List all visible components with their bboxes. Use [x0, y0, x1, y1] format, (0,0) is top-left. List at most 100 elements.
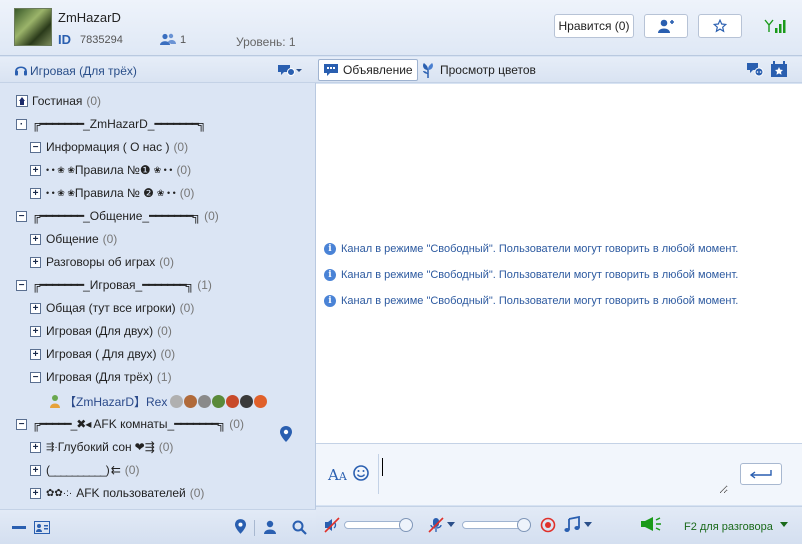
megaphone-icon[interactable]: [640, 516, 662, 532]
user-level: Уровень: 1: [236, 35, 296, 49]
chat-bubble-icon[interactable]: [746, 61, 764, 77]
send-button[interactable]: [740, 463, 782, 485]
expand-toggle[interactable]: +: [30, 441, 41, 453]
emoji-icon[interactable]: [353, 465, 369, 481]
search-icon[interactable]: [292, 520, 307, 535]
info-icon: i: [324, 243, 336, 255]
user-nickname: 【ZmHazarD】Rex: [64, 394, 168, 409]
expand-toggle[interactable]: +: [30, 164, 41, 176]
slider-knob[interactable]: [517, 518, 531, 532]
user-badges: [170, 394, 268, 408]
tree-item-label: Игровая (Для трёх): [46, 370, 153, 384]
tree-user-row[interactable]: 【ZmHazarD】Rex: [48, 391, 268, 411]
tree-item-afk-users[interactable]: + ✿✿·:· AFK пользователей (0): [30, 483, 204, 503]
expand-toggle[interactable]: +: [30, 348, 41, 360]
like-button[interactable]: Нравится (0): [554, 14, 634, 38]
tree-item-communication-group[interactable]: − ╔━━━━━━━ _Общение_ ━━━━━━━╗ (0): [16, 206, 219, 226]
tree-item-afk-group[interactable]: − ╔━━━━━_✖◂ AFK комнаты_ ━━━━━━━╗ (0): [16, 414, 244, 434]
message-input[interactable]: [378, 454, 728, 494]
tree-item-zmhazard[interactable]: · ╔━━━━━━━ _ZmHazarD_ ━━━━━━━╗: [16, 114, 207, 134]
tab-label: Просмотр цветов: [440, 63, 536, 77]
user-avatar[interactable]: [14, 8, 52, 46]
expand-toggle[interactable]: +: [30, 187, 41, 199]
collapse-toggle[interactable]: −: [16, 279, 27, 291]
flower-icon: [423, 63, 433, 78]
username: ZmHazarD: [58, 10, 121, 25]
gift-calendar-icon[interactable]: [770, 61, 788, 78]
tree-item-deep-sleep[interactable]: + ⇶· Глубокий сон ❤⇶ (0): [30, 437, 173, 457]
tab-flowers[interactable]: Просмотр цветов: [416, 59, 540, 81]
user-icon[interactable]: [263, 520, 277, 534]
tree-item-count: (0): [176, 163, 192, 177]
header: ZmHazarD ID 7835294 1 Уровень: 1 Нравитс…: [0, 0, 802, 56]
tree-item-rules-2[interactable]: + • • ❀ ❀ Правила № ❷ ❀ • • (0): [30, 183, 194, 203]
collapse-toggle[interactable]: −: [30, 141, 41, 153]
chevron-down-icon[interactable]: [780, 522, 788, 528]
info-icon: i: [324, 295, 336, 307]
info-icon: i: [324, 269, 336, 281]
members-count: 1: [180, 34, 187, 46]
tree-item-count: (0): [160, 347, 176, 361]
tab-announcement[interactable]: Объявление: [318, 59, 418, 81]
collapse-all-icon[interactable]: [12, 526, 26, 530]
expand-toggle[interactable]: +: [30, 487, 41, 499]
speaker-volume-slider[interactable]: [344, 518, 413, 532]
badge-icon: [184, 394, 198, 408]
mic-mute-icon[interactable]: [428, 517, 444, 533]
tree-item-label: Правила № ❷: [74, 186, 154, 200]
tree-item-label: Правила №❶: [74, 163, 151, 177]
music-icon[interactable]: [564, 516, 580, 533]
tree-item-label: Гостиная: [32, 94, 83, 108]
tree-item-blank[interactable]: + (__________) ⇇ (0): [30, 460, 139, 480]
tree-item-game-talk[interactable]: + Разговоры об играх (0): [30, 252, 174, 272]
tree-item-communication[interactable]: + Общение (0): [30, 229, 117, 249]
slider-knob[interactable]: [399, 518, 413, 532]
location-pin-icon[interactable]: [280, 426, 292, 442]
tree-item-count: (0): [157, 324, 172, 338]
chat-menu-icon[interactable]: [276, 62, 304, 78]
tree-item-gaming-group[interactable]: − ╔━━━━━━━ _Игровая_ ━━━━━━━╗ (1): [16, 275, 212, 295]
tree-decor-right: ━━━━━━━╗: [142, 278, 194, 292]
expand-toggle[interactable]: +: [30, 233, 41, 245]
tree-decor: ❀ • •: [156, 187, 176, 198]
badge-icon: [240, 394, 254, 408]
expand-toggle[interactable]: +: [30, 464, 41, 476]
expand-toggle[interactable]: +: [30, 256, 41, 268]
speaker-mute-icon[interactable]: [324, 517, 340, 533]
tree-decor-left: ╔━━━━━━━: [32, 117, 84, 131]
mic-volume-slider[interactable]: [462, 518, 531, 532]
collapse-toggle[interactable]: −: [16, 210, 27, 222]
tree-item-for-two-a[interactable]: + Игровая (Для двух) (0): [30, 321, 172, 341]
tree-item-count: (0): [159, 255, 174, 269]
user-add-icon: [658, 19, 674, 33]
tree-item-label: _ZmHazarD_: [83, 117, 155, 131]
message-text: Канал в режиме "Свободный". Пользователи…: [341, 243, 739, 255]
collapse-toggle[interactable]: ·: [16, 118, 27, 130]
contact-card-icon[interactable]: [34, 521, 50, 534]
tree-item-for-two-b[interactable]: + Игровая ( Для двух) (0): [30, 344, 175, 364]
location-icon[interactable]: [235, 519, 246, 534]
tree-item-label: Информация ( О нас ): [46, 140, 170, 154]
badge-icon: [198, 394, 212, 408]
message-text: Канал в режиме "Свободный". Пользователи…: [341, 295, 739, 307]
collapse-toggle[interactable]: −: [30, 371, 41, 383]
record-icon[interactable]: [540, 517, 556, 533]
chevron-down-icon[interactable]: [447, 522, 455, 528]
expand-toggle[interactable]: +: [30, 302, 41, 314]
tree-item-lobby[interactable]: Гостиная (0): [16, 91, 101, 111]
chevron-down-icon[interactable]: [584, 522, 592, 528]
tree-item-count: (0): [179, 301, 195, 315]
favorite-button[interactable]: [698, 14, 742, 38]
current-room-title: Игровая (Для трёх): [30, 64, 137, 78]
profile-button[interactable]: [644, 14, 688, 38]
tree-item-count: (0): [189, 486, 205, 500]
tree-item-info[interactable]: − Информация ( О нас ) (0): [30, 137, 188, 157]
tree-item-rules-1[interactable]: + • • ❀ ❀ Правила №❶ ❀ • • (0): [30, 160, 191, 180]
push-to-talk-label[interactable]: F2 для разговора: [684, 521, 773, 533]
expand-toggle[interactable]: +: [30, 325, 41, 337]
tree-decor: ⇶·: [46, 441, 58, 453]
tree-item-common[interactable]: + Общая (тут все игроки) (0): [30, 298, 194, 318]
text-format-icon[interactable]: AA: [328, 466, 347, 484]
collapse-toggle[interactable]: −: [16, 418, 27, 430]
tree-item-for-three[interactable]: − Игровая (Для трёх) (1): [30, 367, 172, 387]
